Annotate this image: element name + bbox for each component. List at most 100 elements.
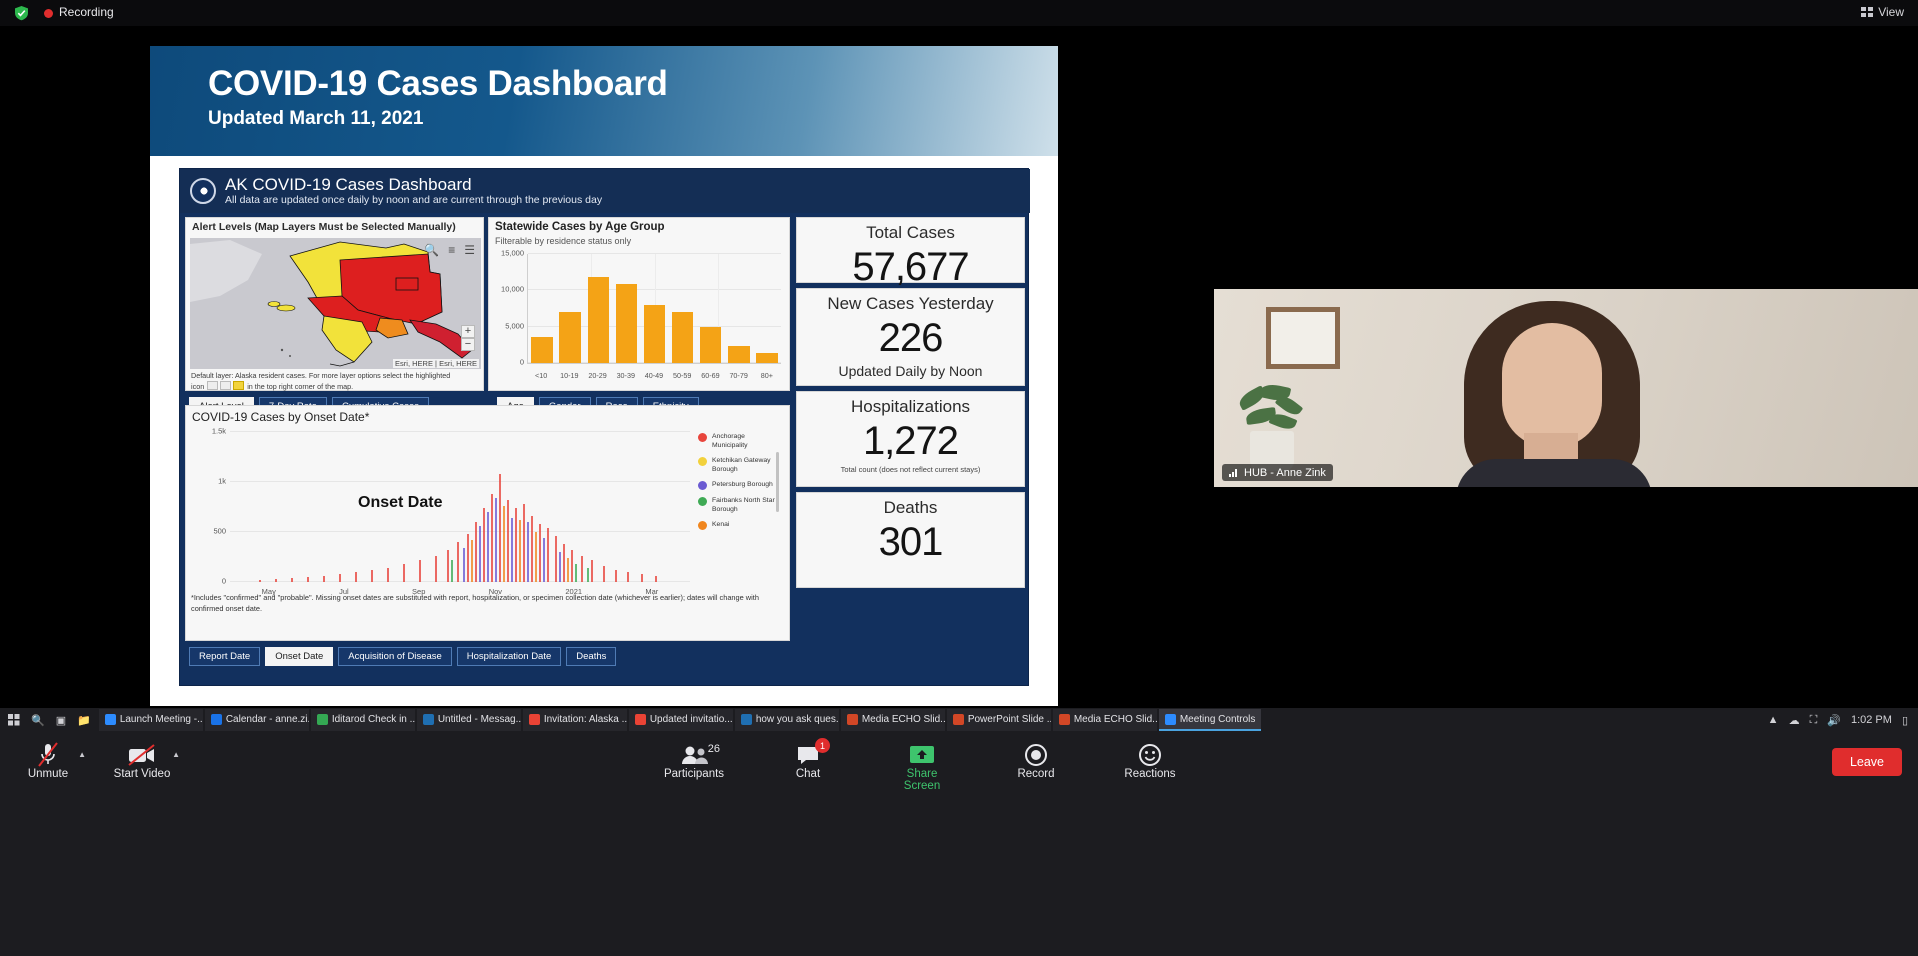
legend-label: Kenai xyxy=(712,520,729,530)
chat-label: Chat xyxy=(774,768,842,780)
record-button[interactable]: Record xyxy=(1002,742,1070,792)
bar-20-29[interactable] xyxy=(588,277,610,363)
bar-80plus[interactable] xyxy=(756,353,778,363)
clock-time[interactable]: 1:02 PM xyxy=(1851,714,1892,726)
map-tools: 🔍 ≡ ☰ xyxy=(424,243,475,257)
taskbar-item-meeting-controls[interactable]: Meeting Controls xyxy=(1159,709,1262,731)
legend-scrollbar[interactable] xyxy=(776,452,779,512)
legend-item: Kenai xyxy=(698,520,780,530)
search-icon[interactable]: 🔍 xyxy=(424,243,439,257)
share-screen-button[interactable]: Share Screen xyxy=(888,742,956,792)
stat-fineprint: Total count (does not reflect current st… xyxy=(801,464,1020,476)
grid-view-icon xyxy=(1861,7,1873,17)
tab-onset-date[interactable]: Onset Date xyxy=(265,647,333,666)
taskbar-item[interactable]: Launch Meeting -... xyxy=(99,709,203,731)
map-attribution: Esri, HERE | Esri, HERE xyxy=(393,359,479,368)
legend-icon[interactable]: ≡ xyxy=(448,243,455,257)
legend-label: Fairbanks North Star Borough xyxy=(712,496,780,514)
alaska-map[interactable]: 🔍 ≡ ☰ + − Esri, HERE | Esri, HERE xyxy=(190,238,481,369)
network-icon[interactable]: ⛶ xyxy=(1810,714,1818,727)
legend-label: Ketchikan Gateway Borough xyxy=(712,456,780,474)
map-note-line1: Default layer: Alaska resident cases. Fo… xyxy=(191,371,450,380)
share-screen-icon xyxy=(888,742,956,768)
tab-report-date[interactable]: Report Date xyxy=(189,647,260,666)
leave-button[interactable]: Leave xyxy=(1832,748,1902,776)
record-label: Record xyxy=(1002,768,1070,780)
layers-icon[interactable]: ☰ xyxy=(464,243,475,257)
view-button[interactable]: View xyxy=(1861,5,1904,19)
taskbar-item[interactable]: Updated invitatio... xyxy=(629,709,733,731)
stat-label: New Cases Yesterday xyxy=(801,293,1020,315)
participant-name-badge: HUB - Anne Zink xyxy=(1222,464,1333,481)
map-note-prefix: icon xyxy=(191,382,204,391)
windows-start-icon[interactable] xyxy=(8,714,20,726)
taskbar-items: Launch Meeting -... Calendar - anne.zi..… xyxy=(99,709,1262,731)
bar-50-59[interactable] xyxy=(672,312,694,363)
system-tray: ▲ ☁ ⛶ 🔊 1:02 PM ▯ xyxy=(1768,714,1918,727)
tab-deaths[interactable]: Deaths xyxy=(566,647,616,666)
tab-acquisition-of-disease[interactable]: Acquisition of Disease xyxy=(338,647,451,666)
bar-60-69[interactable] xyxy=(700,327,722,363)
y-tick-500: 500 xyxy=(213,527,226,536)
taskbar-item[interactable]: PowerPoint Slide ... xyxy=(947,709,1051,731)
bar-10-19[interactable] xyxy=(559,312,581,363)
alaska-map-svg xyxy=(190,238,481,369)
taskbar-item[interactable]: Invitation: Alaska ... xyxy=(523,709,627,731)
taskbar-item[interactable]: Iditarod Check in ... xyxy=(311,709,415,731)
tab-hospitalization-date[interactable]: Hospitalization Date xyxy=(457,647,562,666)
bar-30-39[interactable] xyxy=(616,284,638,363)
chevron-up-icon[interactable]: ▲ xyxy=(1768,714,1779,726)
legend-item: Anchorage Municipality xyxy=(698,432,780,450)
legend-item: Petersburg Borough xyxy=(698,480,780,490)
taskbar-item[interactable]: Calendar - anne.zi... xyxy=(205,709,309,731)
stat-label: Hospitalizations xyxy=(801,396,1020,418)
taskbar-item[interactable]: Media ECHO Slid... xyxy=(841,709,945,731)
participants-button[interactable]: Participants 26 xyxy=(660,742,728,792)
reactions-button[interactable]: Reactions xyxy=(1116,742,1184,792)
taskbar-item[interactable]: Untitled - Messag... xyxy=(417,709,521,731)
share-screen-label: Share Screen xyxy=(888,768,956,792)
x-label-60-69: 60-69 xyxy=(699,371,722,380)
state-seal-icon xyxy=(190,178,216,204)
age-group-title: Statewide Cases by Age Group xyxy=(495,221,665,233)
bar-40-49[interactable] xyxy=(644,305,666,363)
start-video-button[interactable]: Start Video ▲ xyxy=(108,742,176,780)
search-icon xyxy=(207,381,218,390)
taskbar-item[interactable]: Media ECHO Slid... xyxy=(1053,709,1157,731)
search-icon[interactable]: 🔍 xyxy=(31,714,45,727)
recording-label: Recording xyxy=(59,5,114,19)
legend-icon xyxy=(220,381,231,390)
participants-count: 26 xyxy=(708,743,720,755)
chat-badge: 1 xyxy=(815,738,830,753)
bar-70-79[interactable] xyxy=(728,346,750,363)
chevron-up-icon[interactable]: ▲ xyxy=(78,750,86,759)
chevron-up-icon[interactable]: ▲ xyxy=(172,750,180,759)
taskbar-item[interactable]: how you ask ques... xyxy=(735,709,839,731)
cloud-icon[interactable]: ☁ xyxy=(1789,714,1800,727)
covid-dashboard: AK COVID-19 Cases Dashboard All data are… xyxy=(179,168,1029,686)
show-desktop-button[interactable]: ▯ xyxy=(1902,714,1908,727)
x-label-70-79: 70-79 xyxy=(727,371,750,380)
task-view-icon[interactable]: ▣ xyxy=(56,714,66,727)
age-group-x-labels: <10 10-19 20-29 30-39 40-49 50-59 60-69 … xyxy=(527,371,781,380)
onset-date-plot: 1.5k 1k 500 0 xyxy=(230,432,690,582)
stat-value: 1,272 xyxy=(801,418,1020,464)
dashboard-note: All data are updated once daily by noon … xyxy=(225,194,602,207)
file-explorer-icon[interactable]: 📁 xyxy=(77,714,91,727)
microphone-icon xyxy=(14,742,82,768)
participant-video-tile[interactable]: HUB - Anne Zink xyxy=(1214,289,1918,487)
bar-lt10[interactable] xyxy=(531,337,553,363)
age-group-panel: Statewide Cases by Age Group Filterable … xyxy=(488,217,790,391)
unmute-button[interactable]: Unmute ▲ xyxy=(14,742,82,780)
chat-button[interactable]: Chat 1 xyxy=(774,742,842,792)
map-zoom-out-button[interactable]: − xyxy=(461,338,475,351)
map-zoom-in-button[interactable]: + xyxy=(461,325,475,338)
y-tick-1-5k: 1.5k xyxy=(212,427,226,436)
stat-value: 301 xyxy=(801,519,1020,565)
taskbar-item-label: how you ask ques... xyxy=(756,714,839,725)
legend-item: Ketchikan Gateway Borough xyxy=(698,456,780,474)
volume-icon[interactable]: 🔊 xyxy=(1827,714,1841,727)
taskbar-item-label: Untitled - Messag... xyxy=(438,714,521,725)
stat-card-new-cases-yesterday: New Cases Yesterday 226 Updated Daily by… xyxy=(796,288,1025,386)
legend-label: Petersburg Borough xyxy=(712,480,773,490)
